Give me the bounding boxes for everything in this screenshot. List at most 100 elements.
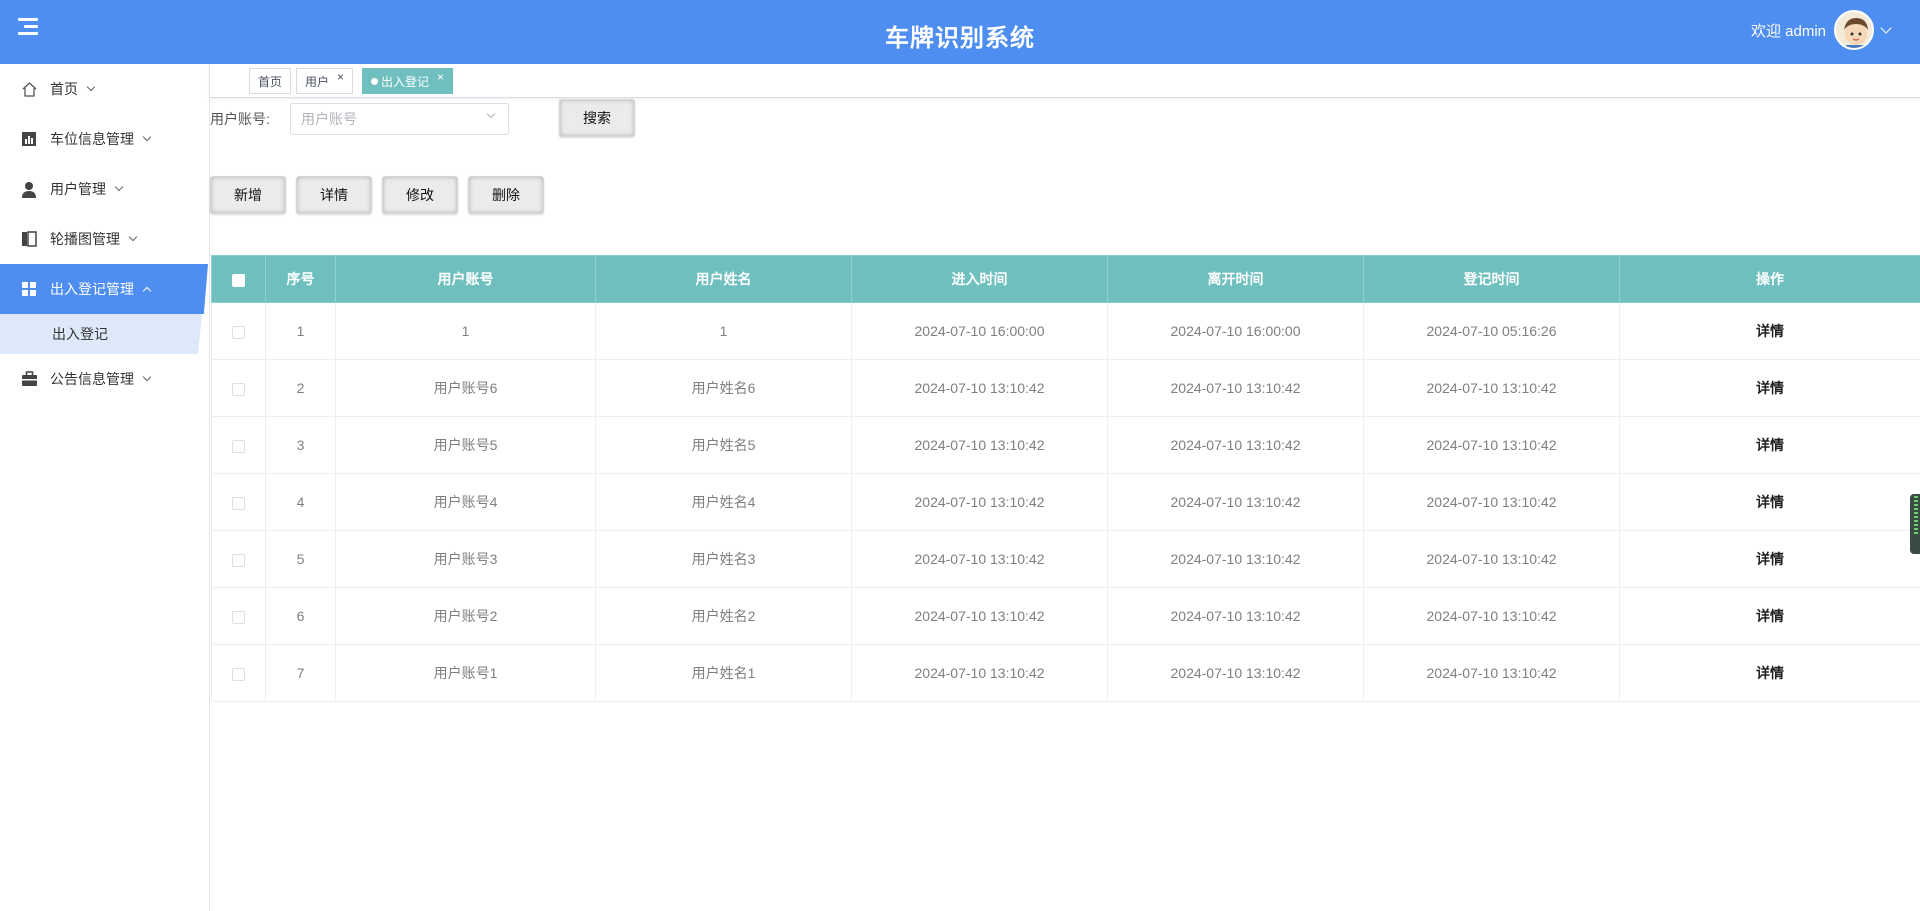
data-table: 序号 用户账号 用户姓名 进入时间 离开时间 登记时间 操作 1 1 1 202… — [211, 255, 1920, 702]
chevron-down-icon — [86, 82, 96, 92]
search-label: 用户账号: — [210, 111, 270, 127]
home-icon — [20, 80, 38, 98]
cell-account: 1 — [335, 302, 596, 360]
select-placeholder: 用户账号 — [301, 111, 357, 127]
row-select-cell — [211, 302, 266, 360]
row-checkbox[interactable] — [232, 610, 245, 624]
detail-link[interactable]: 详情 — [1619, 359, 1920, 417]
row-checkbox[interactable] — [232, 439, 245, 453]
sidebar-item-announcements[interactable]: 公告信息管理 — [0, 354, 209, 404]
column-header: 操作 — [1619, 255, 1920, 303]
tab-label: 用户 — [305, 74, 330, 89]
tab-users[interactable]: 用户 × — [296, 68, 354, 94]
column-header[interactable]: 用户账号 — [335, 255, 596, 303]
cell-register-time: 2024-07-10 13:10:42 — [1363, 359, 1620, 417]
sidebar-item-label: 用户管理 — [50, 181, 106, 197]
sidebar-item-home[interactable]: 首页 — [0, 64, 209, 114]
avatar[interactable] — [1834, 10, 1874, 50]
column-header[interactable]: 登记时间 — [1363, 255, 1620, 303]
row-checkbox[interactable] — [232, 553, 245, 567]
tab-entry-register[interactable]: 出入登记 × — [362, 68, 454, 94]
sidebar-subitem-entry-register[interactable]: 出入登记 — [0, 314, 202, 354]
cell-name: 1 — [595, 302, 852, 360]
active-dot — [371, 77, 378, 85]
cell-leave-time: 2024-07-10 13:10:42 — [1107, 644, 1364, 702]
cell-no: 2 — [265, 359, 336, 417]
side-panel-handle[interactable] — [1910, 494, 1920, 554]
column-header[interactable]: 进入时间 — [851, 255, 1108, 303]
table-row[interactable]: 6 用户账号2 用户姓名2 2024-07-10 13:10:42 2024-0… — [211, 587, 1920, 645]
row-select-cell — [211, 359, 266, 417]
column-header[interactable]: 用户姓名 — [595, 255, 852, 303]
sidebar-item-parking[interactable]: 车位信息管理 — [0, 114, 209, 164]
cell-account: 用户账号2 — [335, 587, 596, 645]
cell-no: 6 — [265, 587, 336, 645]
cell-account: 用户账号4 — [335, 473, 596, 531]
tab-label: 首页 — [258, 74, 283, 89]
cell-register-time: 2024-07-10 13:10:42 — [1363, 644, 1620, 702]
detail-link[interactable]: 详情 — [1619, 587, 1920, 645]
cell-name: 用户姓名5 — [595, 416, 852, 474]
cell-enter-time: 2024-07-10 13:10:42 — [851, 530, 1108, 588]
sidebar-item-entry-exit[interactable]: 出入登记管理 — [0, 264, 208, 314]
sidebar-item-carousel[interactable]: 轮播图管理 — [0, 214, 209, 264]
select-all-cell — [211, 255, 266, 303]
sidebar-item-label: 轮播图管理 — [50, 231, 120, 247]
edit-button[interactable]: 修改 — [382, 176, 458, 214]
user-account-select[interactable]: 用户账号 — [290, 103, 509, 135]
close-icon[interactable]: × — [337, 71, 344, 83]
row-checkbox[interactable] — [232, 382, 245, 396]
cell-register-time: 2024-07-10 13:10:42 — [1363, 416, 1620, 474]
table-row[interactable]: 1 1 1 2024-07-10 16:00:00 2024-07-10 16:… — [211, 302, 1920, 360]
chevron-up-icon — [142, 286, 152, 296]
chart-icon — [20, 130, 38, 148]
chevron-down-icon[interactable] — [1880, 22, 1892, 34]
user-menu[interactable]: 欢迎 admin — [1751, 10, 1892, 50]
search-form: 用户账号: 用户账号 — [210, 100, 509, 138]
table-row[interactable]: 5 用户账号3 用户姓名3 2024-07-10 13:10:42 2024-0… — [211, 530, 1920, 588]
table-row[interactable]: 4 用户账号4 用户姓名4 2024-07-10 13:10:42 2024-0… — [211, 473, 1920, 531]
row-checkbox[interactable] — [232, 667, 245, 681]
cell-no: 7 — [265, 644, 336, 702]
cell-no: 4 — [265, 473, 336, 531]
detail-button[interactable]: 详情 — [296, 176, 372, 214]
chevron-down-icon — [114, 182, 124, 192]
select-all-checkbox[interactable] — [232, 273, 245, 287]
cell-no: 5 — [265, 530, 336, 588]
add-button[interactable]: 新增 — [210, 176, 286, 214]
grid-icon — [20, 280, 38, 298]
tab-home[interactable]: 首页 — [249, 68, 292, 94]
row-select-cell — [211, 644, 266, 702]
table-row[interactable]: 7 用户账号1 用户姓名1 2024-07-10 13:10:42 2024-0… — [211, 644, 1920, 702]
cell-register-time: 2024-07-10 05:16:26 — [1363, 302, 1620, 360]
cell-register-time: 2024-07-10 13:10:42 — [1363, 587, 1620, 645]
chevron-down-icon — [486, 109, 496, 119]
detail-link[interactable]: 详情 — [1619, 302, 1920, 360]
close-icon[interactable]: × — [437, 71, 444, 83]
cell-name: 用户姓名4 — [595, 473, 852, 531]
row-select-cell — [211, 587, 266, 645]
row-checkbox[interactable] — [232, 325, 245, 339]
cell-leave-time: 2024-07-10 13:10:42 — [1107, 416, 1364, 474]
sidebar-item-users[interactable]: 用户管理 — [0, 164, 209, 214]
cell-leave-time: 2024-07-10 13:10:42 — [1107, 473, 1364, 531]
table-row[interactable]: 2 用户账号6 用户姓名6 2024-07-10 13:10:42 2024-0… — [211, 359, 1920, 417]
detail-link[interactable]: 详情 — [1619, 473, 1920, 531]
detail-link[interactable]: 详情 — [1619, 416, 1920, 474]
top-bar: 车牌识别系统 欢迎 admin — [0, 0, 1920, 64]
cell-account: 用户账号1 — [335, 644, 596, 702]
column-header[interactable]: 序号 — [265, 255, 336, 303]
cell-leave-time: 2024-07-10 13:10:42 — [1107, 359, 1364, 417]
column-header[interactable]: 离开时间 — [1107, 255, 1364, 303]
sidebar: 首页 车位信息管理 用户管理 轮播图管理 出入登记管理 出入登记 公告信息管理 — [0, 64, 210, 911]
cell-name: 用户姓名2 — [595, 587, 852, 645]
delete-button[interactable]: 删除 — [468, 176, 544, 214]
detail-link[interactable]: 详情 — [1619, 644, 1920, 702]
row-select-cell — [211, 473, 266, 531]
table-row[interactable]: 3 用户账号5 用户姓名5 2024-07-10 13:10:42 2024-0… — [211, 416, 1920, 474]
detail-link[interactable]: 详情 — [1619, 530, 1920, 588]
search-button[interactable]: 搜索 — [559, 99, 635, 137]
cell-enter-time: 2024-07-10 13:10:42 — [851, 473, 1108, 531]
user-icon — [20, 180, 38, 198]
row-checkbox[interactable] — [232, 496, 245, 510]
